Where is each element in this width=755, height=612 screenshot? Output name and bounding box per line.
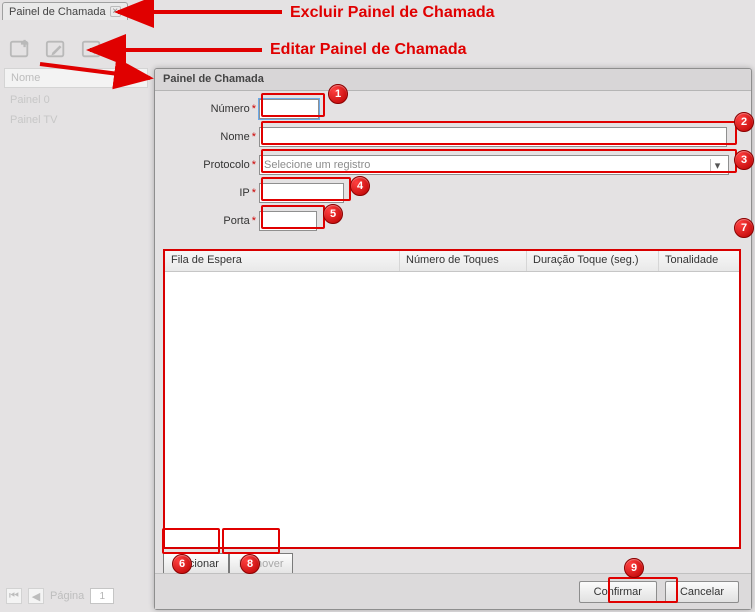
col-fila[interactable]: Fila de Espera (165, 251, 400, 271)
annotation-badge: 4 (350, 176, 370, 196)
annotation-arrow (0, 0, 755, 125)
dialog-body: Número* Nome* Protocolo* Selecione um re… (155, 91, 751, 571)
annotation-badge: 6 (172, 554, 192, 574)
fila-grid: Fila de Espera Número de Toques Duração … (163, 249, 741, 549)
dialog-painel-de-chamada: Painel de Chamada Número* Nome* Protocol… (154, 68, 752, 610)
chevron-down-icon: ▾ (710, 159, 724, 172)
annotation-badge: 3 (734, 150, 754, 170)
dialog-footer: Confirmar Cancelar (155, 573, 751, 609)
col-tonalidade[interactable]: Tonalidade (659, 251, 737, 271)
annotation-badge: 9 (624, 558, 644, 578)
badge-number: 9 (631, 562, 637, 574)
ip-input[interactable] (259, 183, 344, 203)
annotation-badge: 5 (323, 204, 343, 224)
col-label: Número de Toques (406, 254, 499, 266)
col-label: Tonalidade (665, 254, 718, 266)
label-porta: Porta* (167, 215, 259, 227)
confirmar-button[interactable]: Confirmar (579, 581, 657, 603)
label-text: Porta (223, 215, 249, 227)
annotation-badge: 7 (734, 218, 754, 238)
cancelar-button[interactable]: Cancelar (665, 581, 739, 603)
label-protocolo: Protocolo* (167, 159, 259, 171)
field-row-protocolo: Protocolo* Selecione um registro ▾ (167, 155, 739, 175)
button-label: Cancelar (680, 586, 724, 598)
badge-number: 5 (330, 208, 336, 220)
label-text: IP (239, 187, 249, 199)
label-ip: IP* (167, 187, 259, 199)
pager: ⏮ ◀ Página (6, 588, 114, 604)
protocolo-select[interactable]: Selecione um registro ▾ (259, 155, 729, 175)
badge-number: 8 (247, 558, 253, 570)
col-label: Fila de Espera (171, 254, 242, 266)
pager-prev-button[interactable]: ◀ (28, 588, 44, 604)
label-text: Protocolo (203, 159, 249, 171)
label-text: Nome (220, 131, 249, 143)
col-label: Duração Toque (seg.) (533, 254, 639, 266)
root: Painel de Chamada × Nome Painel 0 Painel… (0, 0, 755, 612)
pager-first-button[interactable]: ⏮ (6, 588, 22, 604)
badge-number: 2 (741, 116, 747, 128)
badge-number: 3 (741, 154, 747, 166)
button-label: Confirmar (594, 586, 642, 598)
annotation-badge: 1 (328, 84, 348, 104)
badge-number: 6 (179, 558, 185, 570)
first-icon: ⏮ (9, 590, 19, 603)
col-toques[interactable]: Número de Toques (400, 251, 527, 271)
badge-number: 4 (357, 180, 363, 192)
field-row-ip: IP* (167, 183, 739, 203)
pager-page-input[interactable] (90, 588, 114, 604)
field-row-porta: Porta* (167, 211, 739, 231)
fila-grid-header: Fila de Espera Número de Toques Duração … (165, 251, 739, 272)
prev-icon: ◀ (32, 590, 40, 603)
annotation-badge: 2 (734, 112, 754, 132)
select-placeholder: Selecione um registro (264, 159, 370, 171)
porta-input[interactable] (259, 211, 317, 231)
nome-input[interactable] (259, 127, 727, 147)
annotation-badge: 8 (240, 554, 260, 574)
remover-button[interactable]: Remover (229, 553, 294, 575)
pager-label: Página (50, 590, 84, 602)
badge-number: 1 (335, 88, 341, 100)
label-nome: Nome* (167, 131, 259, 143)
field-row-nome: Nome* (167, 127, 739, 147)
badge-number: 7 (741, 222, 747, 234)
col-duracao[interactable]: Duração Toque (seg.) (527, 251, 659, 271)
